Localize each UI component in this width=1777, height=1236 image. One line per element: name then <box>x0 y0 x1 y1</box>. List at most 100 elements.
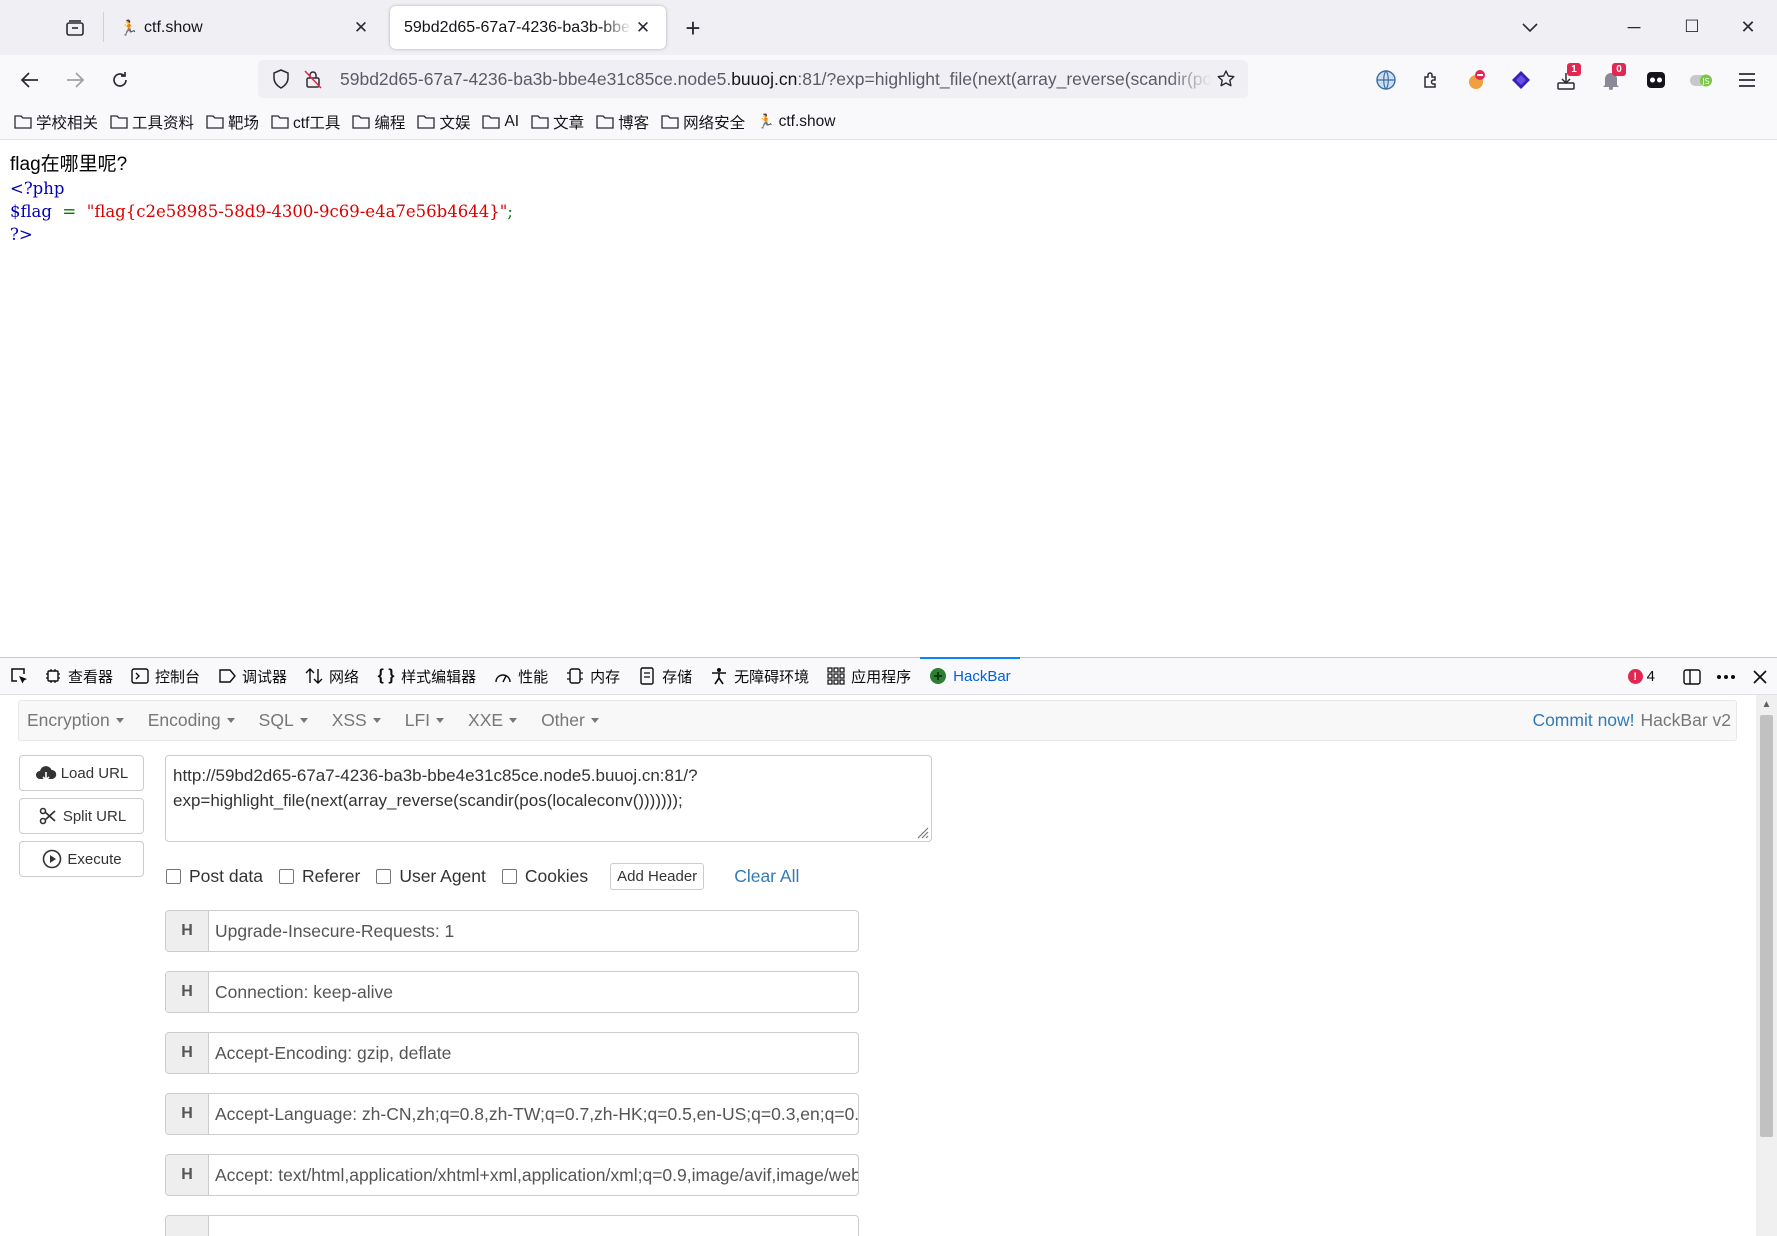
toggle-icon[interactable]: JS <box>1686 66 1716 94</box>
back-button[interactable] <box>14 64 46 96</box>
devtools-tab-inspector[interactable]: 查看器 <box>35 658 122 695</box>
header-input[interactable]: Accept-Encoding: gzip, deflate <box>209 1033 858 1073</box>
caret-down-icon <box>372 718 381 723</box>
application-icon <box>827 667 845 685</box>
address-bar[interactable]: 59bd2d65-67a7-4236-ba3b-bbe4e31c85ce.nod… <box>258 60 1248 98</box>
layers-icon[interactable] <box>1506 66 1536 94</box>
bookmark-folder[interactable]: 博客 <box>596 111 649 133</box>
url-textarea[interactable]: http://59bd2d65-67a7-4236-ba3b-bbe4e31c8… <box>165 755 932 842</box>
devtools-tab-application[interactable]: 应用程序 <box>818 658 920 695</box>
commit-now-link[interactable]: Commit now! <box>1532 710 1634 731</box>
mask-icon[interactable] <box>1641 66 1671 94</box>
insecure-lock-icon[interactable] <box>300 66 326 92</box>
url-text[interactable]: 59bd2d65-67a7-4236-ba3b-bbe4e31c85ce.nod… <box>340 69 1212 90</box>
dock-side-icon[interactable] <box>1675 660 1709 694</box>
close-window-button[interactable]: ✕ <box>1731 12 1765 42</box>
header-row: H Accept-Encoding: gzip, deflate <box>165 1032 859 1074</box>
menu-lfi[interactable]: LFI <box>397 710 452 731</box>
cloud-download-icon <box>35 763 57 783</box>
tab-list-chevron-icon[interactable] <box>1513 12 1547 42</box>
checkbox-box[interactable] <box>278 868 294 884</box>
bookmark-folder[interactable]: AI <box>482 113 519 131</box>
split-url-button[interactable]: Split URL <box>19 798 144 834</box>
scrollbar-thumb[interactable] <box>1760 715 1773 1137</box>
load-url-button[interactable]: Load URL <box>19 755 144 791</box>
play-circle-icon <box>41 849 63 869</box>
caret-down-icon <box>590 718 599 723</box>
bookmark-ctfshow[interactable]: 🏃 ctf.show <box>757 113 835 131</box>
reload-button[interactable] <box>104 64 136 96</box>
devtools-tab-performance[interactable]: 性能 <box>485 658 557 695</box>
devtools-tab-hackbar[interactable]: HackBar <box>920 656 1020 695</box>
close-devtools-icon[interactable] <box>1743 660 1777 694</box>
checkbox-box[interactable] <box>501 868 517 884</box>
bookmark-folder[interactable]: 网络安全 <box>661 111 745 133</box>
header-input[interactable] <box>209 1216 858 1236</box>
checkbox-box[interactable] <box>166 868 181 884</box>
user-agent-checkbox[interactable]: User Agent <box>376 866 486 887</box>
network-icon <box>305 667 323 685</box>
devtools-tab-memory[interactable]: 内存 <box>557 658 629 695</box>
php-open-tag: <?php <box>10 179 65 198</box>
new-tab-button[interactable]: + <box>678 13 708 43</box>
devtools-tab-network[interactable]: 网络 <box>296 658 368 695</box>
folder-icon <box>271 115 289 129</box>
bookmark-star-icon[interactable] <box>1212 65 1240 93</box>
tab-ctfshow[interactable]: 🏃 ctf.show ✕ <box>108 6 384 49</box>
bell-icon[interactable]: 0 <box>1596 63 1626 94</box>
minimize-button[interactable]: ─ <box>1617 12 1651 42</box>
bookmark-folder[interactable]: 文章 <box>531 111 584 133</box>
app-menu-icon[interactable] <box>1732 66 1762 94</box>
tab-active-challenge[interactable]: 59bd2d65-67a7-4236-ba3b-bbe4e31c85ce.nod… <box>390 6 666 49</box>
menu-xxe[interactable]: XXE <box>460 710 525 731</box>
cookies-checkbox[interactable]: Cookies <box>501 866 588 887</box>
execute-button[interactable]: Execute <box>19 841 144 877</box>
devtools-tab-console[interactable]: 控制台 <box>122 658 209 695</box>
header-input[interactable]: Connection: keep-alive <box>209 972 858 1012</box>
devtools-tab-debugger[interactable]: 调试器 <box>209 658 296 695</box>
menu-xss[interactable]: XSS <box>324 710 389 731</box>
header-input[interactable]: Upgrade-Insecure-Requests: 1 <box>209 911 858 951</box>
menu-other[interactable]: Other <box>533 710 607 731</box>
referer-checkbox[interactable]: Referer <box>278 866 360 887</box>
cat-icon[interactable] <box>1461 66 1491 94</box>
menu-sql[interactable]: SQL <box>251 710 316 731</box>
header-row: H Accept-Language: zh-CN,zh;q=0.8,zh-TW;… <box>165 1093 859 1135</box>
error-count[interactable]: ! 4 <box>1627 668 1655 685</box>
devtools-tab-accessibility[interactable]: 无障碍环境 <box>701 658 818 695</box>
forward-button[interactable] <box>59 64 91 96</box>
bookmark-folder[interactable]: 学校相关 <box>14 111 98 133</box>
menu-encoding[interactable]: Encoding <box>140 710 243 731</box>
resize-grip-icon[interactable] <box>915 825 929 839</box>
menu-encryption[interactable]: Encryption <box>19 710 132 731</box>
puzzle-icon[interactable] <box>1416 66 1446 94</box>
devtools-tab-style-editor[interactable]: { } 样式编辑器 <box>368 658 485 695</box>
scroll-up-arrow-icon[interactable]: ▲ <box>1756 695 1777 713</box>
download-icon[interactable]: 1 <box>1551 63 1581 94</box>
hackbar-menu-bar: Encryption Encoding SQL XSS LFI XXE Othe… <box>18 700 1737 741</box>
tracking-shield-icon[interactable] <box>268 66 294 92</box>
tab-close-icon[interactable]: ✕ <box>632 17 654 39</box>
bookmark-folder[interactable]: 工具资料 <box>110 111 194 133</box>
globe-icon[interactable] <box>1371 66 1401 94</box>
header-input[interactable]: Accept-Language: zh-CN,zh;q=0.8,zh-TW;q=… <box>209 1094 858 1134</box>
bookmark-folder[interactable]: 编程 <box>352 111 405 133</box>
tab-close-icon[interactable]: ✕ <box>350 17 372 39</box>
add-header-button[interactable]: Add Header <box>610 862 705 890</box>
maximize-button[interactable]: ☐ <box>1675 12 1709 42</box>
devtools-scrollbar[interactable]: ▲ <box>1756 695 1777 1236</box>
php-semicolon: ; <box>507 202 513 221</box>
bookmark-folder[interactable]: 文娱 <box>417 111 470 133</box>
clear-all-link[interactable]: Clear All <box>734 866 799 887</box>
commit-banner: Commit now! HackBar v2 <box>1532 701 1731 740</box>
ctfshow-favicon-icon: 🏃 <box>757 113 775 129</box>
header-input[interactable]: Accept: text/html,application/xhtml+xml,… <box>209 1155 858 1195</box>
firefox-view-icon[interactable] <box>58 14 92 42</box>
post-data-checkbox[interactable]: Post data <box>166 866 263 887</box>
bookmark-folder[interactable]: ctf工具 <box>271 111 340 133</box>
bookmark-folder[interactable]: 靶场 <box>206 111 259 133</box>
devtools-tab-storage[interactable]: 存储 <box>629 658 701 695</box>
checkbox-box[interactable] <box>376 868 392 884</box>
element-picker-icon[interactable] <box>0 658 35 695</box>
more-options-icon[interactable] <box>1709 660 1743 694</box>
